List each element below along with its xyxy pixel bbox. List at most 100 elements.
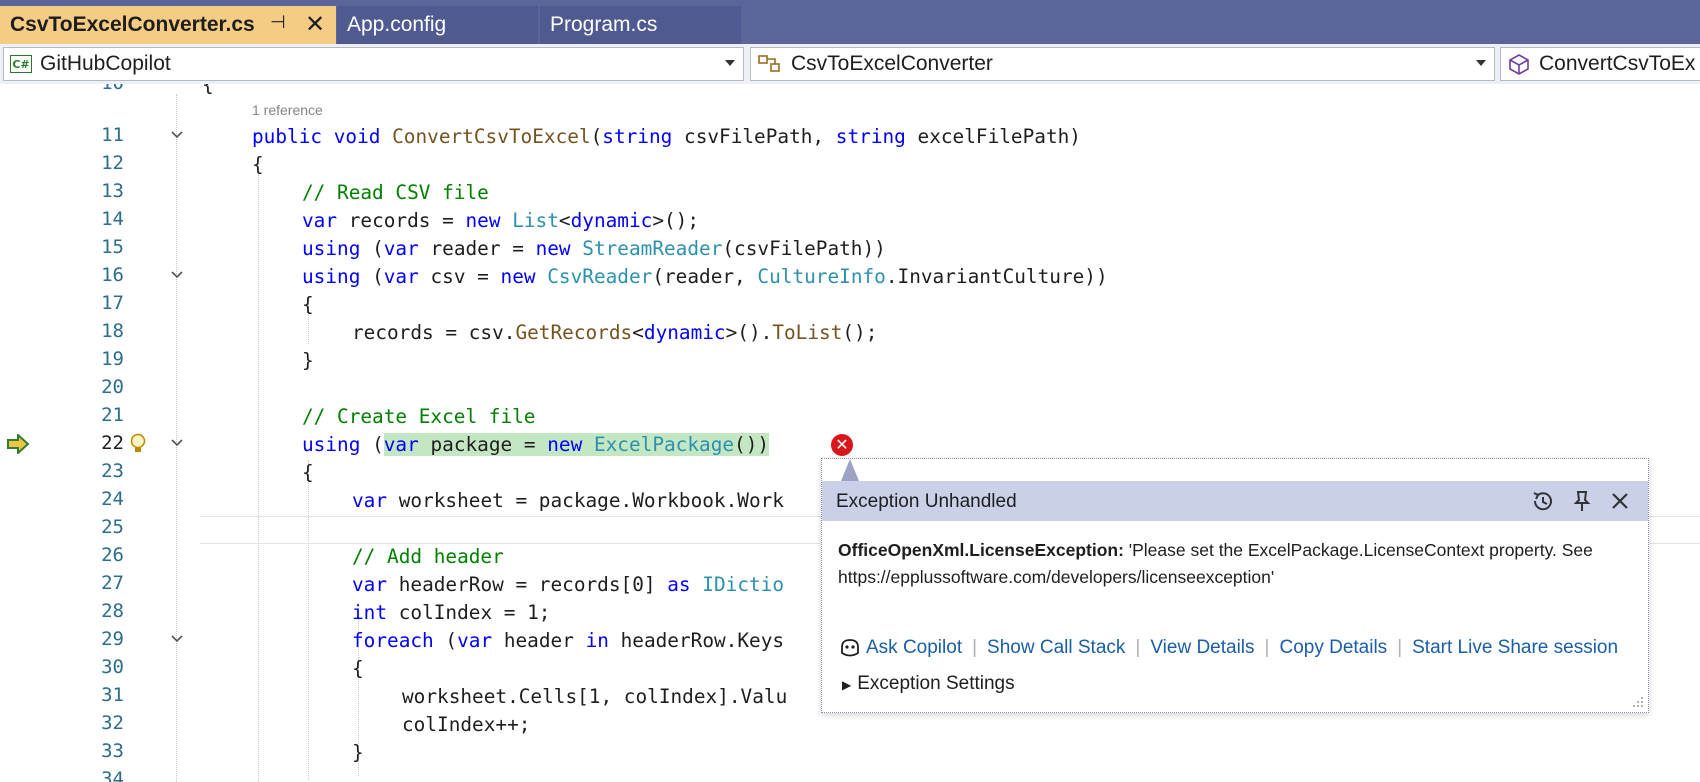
code-text: } <box>302 349 314 372</box>
code-line: 33 } <box>0 738 1700 766</box>
code-text: using (var package = new ExcelPackage()) <box>302 433 770 456</box>
collapse-chevron-icon[interactable] <box>170 268 184 282</box>
code-text: var records = new List<dynamic>(); <box>302 209 700 232</box>
line-number: 31 <box>101 684 124 706</box>
class-name: CsvToExcelConverter <box>791 52 993 75</box>
exception-settings-expander[interactable]: ▶ Exception Settings <box>842 673 1015 695</box>
popup-pointer <box>841 459 859 481</box>
collapse-chevron-icon[interactable] <box>170 632 184 646</box>
code-text: var worksheet = package.Workbook.Work <box>352 489 784 512</box>
pin-icon[interactable]: ⊣ <box>270 12 286 33</box>
navigation-bar: C# GitHubCopilot CsvToExcelConverter Con… <box>0 44 1700 84</box>
exception-settings-label: Exception Settings <box>857 673 1015 694</box>
line-number: 32 <box>101 712 124 734</box>
tab-program[interactable]: Program.cs <box>540 6 741 44</box>
project-name: GitHubCopilot <box>40 52 171 75</box>
code-line: 16 using (var csv = new CsvReader(reader… <box>0 262 1700 290</box>
close-icon[interactable] <box>1606 487 1634 515</box>
line-number: 20 <box>101 376 124 398</box>
exception-actions: Ask Copilot | Show Call Stack | View Det… <box>838 637 1618 659</box>
code-text: { <box>302 293 314 316</box>
tab-label: Program.cs <box>550 13 658 36</box>
line-number: 25 <box>101 516 124 538</box>
code-text: public void ConvertCsvToExcel(string csv… <box>252 125 1081 148</box>
code-line: 13 // Read CSV file <box>0 178 1700 206</box>
close-icon[interactable]: ✕ <box>305 10 325 39</box>
code-text: using (var csv = new CsvReader(reader, C… <box>302 265 1108 288</box>
separator: | <box>1264 637 1270 658</box>
separator: | <box>1135 637 1141 658</box>
code-comment: // Create Excel file <box>302 405 536 428</box>
line-number: 27 <box>101 572 124 594</box>
code-line: 11 public void ConvertCsvToExcel(string … <box>0 122 1700 150</box>
show-call-stack-link[interactable]: Show Call Stack <box>987 637 1125 659</box>
error-icon[interactable]: ✕ <box>831 434 853 456</box>
line-number: 30 <box>101 656 124 678</box>
code-text: int colIndex = 1; <box>352 601 551 624</box>
member-dropdown[interactable]: ConvertCsvToEx <box>1500 47 1700 81</box>
pin-icon[interactable] <box>1568 487 1596 515</box>
exception-message: OfficeOpenXml.LicenseException: 'Please … <box>838 537 1618 591</box>
line-number: 19 <box>101 348 124 370</box>
project-dropdown[interactable]: C# GitHubCopilot <box>3 47 744 81</box>
collapse-chevron-icon[interactable] <box>170 436 184 450</box>
chevron-down-icon[interactable] <box>725 60 735 66</box>
code-line: 10 { <box>0 84 1700 98</box>
line-number: 26 <box>101 544 124 566</box>
chevron-right-icon: ▶ <box>842 678 852 692</box>
code-line: 21 // Create Excel file <box>0 402 1700 430</box>
exception-helper-popup: Exception Unhandled OfficeOpenXml.Licens… <box>821 458 1649 713</box>
code-text: { <box>302 461 314 484</box>
ask-copilot-link[interactable]: Ask Copilot <box>866 637 962 659</box>
tab-csvtoexcelconverter[interactable]: CsvToExcelConverter.cs ⊣ ✕ <box>0 6 336 44</box>
history-icon[interactable] <box>1528 487 1556 515</box>
code-line: 17 { <box>0 290 1700 318</box>
class-icon <box>758 55 780 72</box>
line-number: 15 <box>101 236 124 258</box>
code-text: } <box>352 741 364 764</box>
tab-app-config[interactable]: App.config <box>337 6 538 44</box>
copy-details-link[interactable]: Copy Details <box>1279 637 1387 659</box>
code-text: var headerRow = records[0] as IDictio <box>352 573 785 596</box>
start-live-share-link[interactable]: Start Live Share session <box>1412 637 1618 659</box>
instruction-pointer-icon <box>7 434 30 454</box>
codelens-references[interactable]: 1 reference <box>252 102 323 118</box>
line-number: 18 <box>101 320 124 342</box>
tab-label: App.config <box>347 13 447 36</box>
code-line: 15 using (var reader = new StreamReader(… <box>0 234 1700 262</box>
separator: | <box>1397 637 1403 658</box>
code-text: { <box>252 153 264 176</box>
line-number: 23 <box>101 460 124 482</box>
line-number: 12 <box>101 152 124 174</box>
view-details-link[interactable]: View Details <box>1150 637 1254 659</box>
line-number: 10 <box>40 84 124 94</box>
code-text: { <box>352 657 364 680</box>
line-number: 22 <box>101 432 124 454</box>
exception-type: OfficeOpenXml.LicenseException: <box>838 540 1124 560</box>
line-number: 14 <box>101 208 124 230</box>
line-number: 17 <box>101 292 124 314</box>
line-number: 33 <box>101 740 124 762</box>
popup-title: Exception Unhandled <box>836 491 1017 512</box>
chevron-down-icon[interactable] <box>1476 60 1486 66</box>
code-text: foreach (var header in headerRow.Keys <box>352 629 785 652</box>
code-line: 32 colIndex++; <box>0 710 1700 738</box>
code-comment: // Read CSV file <box>302 181 489 204</box>
document-tab-strip: CsvToExcelConverter.cs ⊣ ✕ App.config Pr… <box>0 0 1700 44</box>
popup-header: Exception Unhandled <box>822 481 1648 521</box>
line-number: 16 <box>101 264 124 286</box>
resize-grip-icon[interactable] <box>1631 695 1645 709</box>
class-dropdown[interactable]: CsvToExcelConverter <box>750 47 1495 81</box>
line-number: 29 <box>101 628 124 650</box>
code-line: 34 <box>0 766 1700 782</box>
separator: | <box>972 637 978 658</box>
collapse-chevron-icon[interactable] <box>170 128 184 142</box>
lightbulb-icon[interactable] <box>128 433 148 455</box>
code-line: 19 } <box>0 346 1700 374</box>
code-text: using (var reader = new StreamReader(csv… <box>302 237 886 260</box>
line-number: 34 <box>101 768 124 782</box>
code-text: { <box>202 84 214 96</box>
code-text: colIndex++; <box>402 713 531 736</box>
line-number: 24 <box>101 488 124 510</box>
line-number: 28 <box>101 600 124 622</box>
